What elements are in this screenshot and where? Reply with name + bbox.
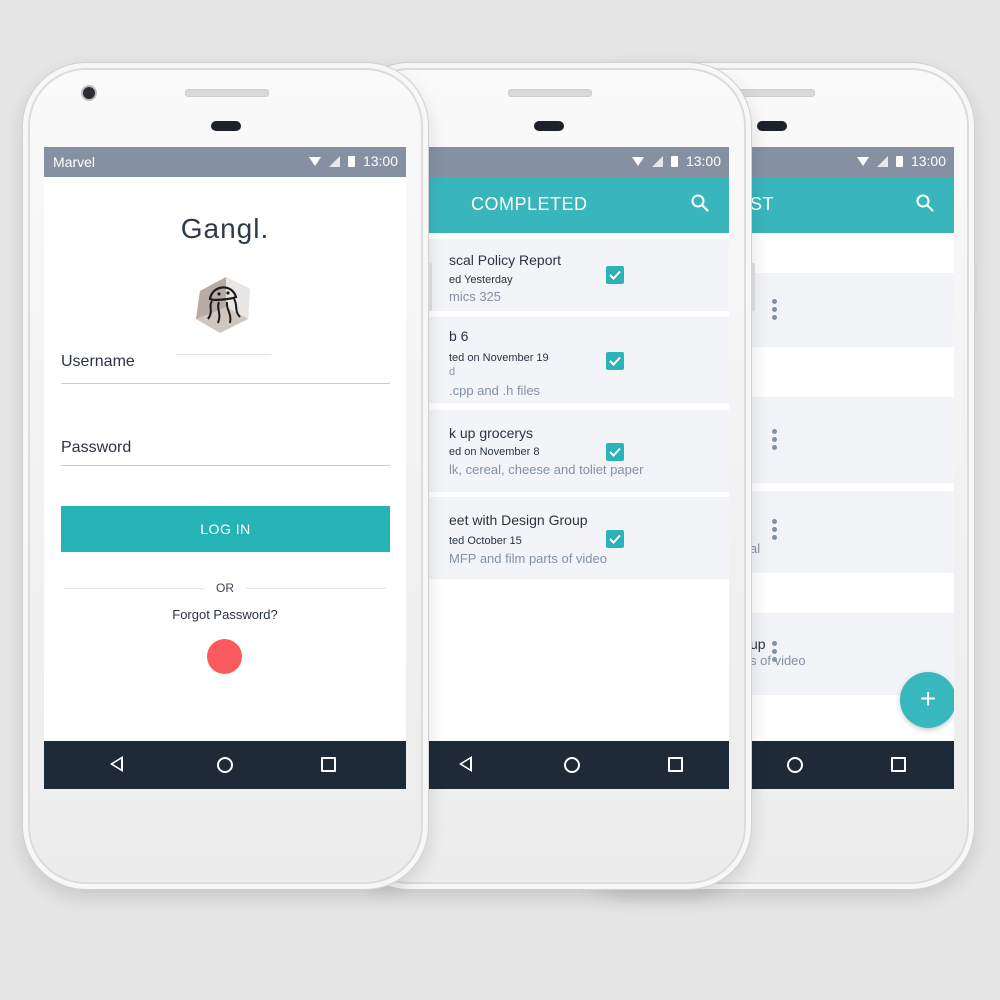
phone-login: Marvel 13:00 Gangl. Username Password LO… bbox=[22, 62, 432, 890]
task-desc: MFP and film parts of video bbox=[449, 551, 607, 566]
task-title: b 6 bbox=[449, 328, 469, 344]
recents-icon[interactable] bbox=[668, 757, 683, 772]
task-desc: lk, cereal, cheese and toliet paper bbox=[449, 462, 644, 477]
wifi-icon bbox=[856, 156, 869, 166]
login-button[interactable]: LOG IN bbox=[61, 506, 390, 552]
page-title: COMPLETED bbox=[471, 194, 588, 214]
android-nav-bar bbox=[44, 741, 406, 789]
record-button[interactable] bbox=[207, 639, 242, 674]
status-time: 13:00 bbox=[685, 153, 721, 169]
earpiece bbox=[533, 121, 564, 131]
back-icon[interactable] bbox=[110, 756, 123, 772]
task-checkbox[interactable] bbox=[606, 530, 624, 548]
task-date: ed on November 8 bbox=[449, 446, 540, 458]
home-icon[interactable] bbox=[787, 757, 803, 773]
add-task-button[interactable]: + bbox=[900, 672, 954, 728]
task-title: k up grocerys bbox=[449, 425, 534, 441]
app-brand: Gangl. bbox=[180, 213, 270, 244]
home-icon[interactable] bbox=[564, 757, 580, 773]
back-icon[interactable] bbox=[459, 756, 472, 772]
home-icon[interactable] bbox=[217, 757, 233, 773]
status-bar: Marvel 13:00 bbox=[44, 147, 406, 177]
wifi-icon bbox=[631, 156, 644, 166]
signal-icon bbox=[876, 155, 888, 167]
jellyfish-cube-logo bbox=[196, 277, 250, 333]
front-camera bbox=[81, 85, 97, 101]
battery-icon bbox=[347, 155, 355, 167]
volume-button bbox=[974, 263, 978, 311]
divider-right bbox=[246, 588, 386, 589]
check-icon bbox=[609, 270, 621, 280]
search-icon[interactable] bbox=[691, 194, 709, 212]
status-time: 13:00 bbox=[362, 153, 398, 169]
more-options-icon[interactable] bbox=[772, 299, 778, 323]
task-checkbox[interactable] bbox=[606, 266, 624, 284]
battery-icon bbox=[670, 155, 678, 167]
password-field[interactable] bbox=[61, 465, 390, 466]
task-checkbox[interactable] bbox=[606, 352, 624, 370]
battery-icon bbox=[895, 155, 903, 167]
check-icon bbox=[609, 447, 621, 457]
task-extra: d bbox=[449, 366, 456, 378]
task-date: ted on November 19 bbox=[449, 352, 549, 364]
task-date: ed Yesterday bbox=[449, 274, 513, 286]
forgot-password-link[interactable]: Forgot Password? bbox=[44, 607, 406, 622]
earpiece bbox=[756, 121, 787, 131]
search-icon[interactable] bbox=[916, 194, 934, 212]
more-options-icon[interactable] bbox=[772, 641, 778, 665]
logo-divider bbox=[176, 354, 271, 355]
signal-icon bbox=[651, 155, 663, 167]
task-title: eet with Design Group bbox=[449, 512, 588, 528]
more-options-icon[interactable] bbox=[772, 429, 778, 453]
more-options-icon[interactable] bbox=[772, 519, 778, 543]
password-label: Password bbox=[61, 439, 132, 456]
username-field[interactable] bbox=[61, 383, 390, 384]
task-date: ted October 15 bbox=[449, 535, 522, 547]
speaker-grille bbox=[184, 89, 269, 97]
volume-button bbox=[751, 263, 755, 311]
page-title: ST bbox=[750, 194, 775, 214]
status-time: 13:00 bbox=[910, 153, 946, 169]
task-desc: .cpp and .h files bbox=[449, 383, 541, 398]
login-screen: Marvel 13:00 Gangl. Username Password LO… bbox=[44, 147, 406, 789]
recents-icon[interactable] bbox=[891, 757, 906, 772]
earpiece bbox=[210, 121, 241, 131]
carrier-name: Marvel bbox=[53, 154, 96, 170]
task-checkbox[interactable] bbox=[606, 443, 624, 461]
recents-icon[interactable] bbox=[321, 757, 336, 772]
check-icon bbox=[609, 534, 621, 544]
speaker-grille bbox=[507, 89, 592, 97]
task-title: up bbox=[750, 636, 766, 652]
username-label: Username bbox=[61, 353, 135, 370]
task-title: scal Policy Report bbox=[449, 252, 562, 268]
task-desc: mics 325 bbox=[449, 289, 502, 304]
signal-icon bbox=[328, 155, 340, 167]
check-icon bbox=[609, 356, 621, 366]
wifi-icon bbox=[308, 156, 321, 166]
volume-button bbox=[428, 263, 432, 311]
